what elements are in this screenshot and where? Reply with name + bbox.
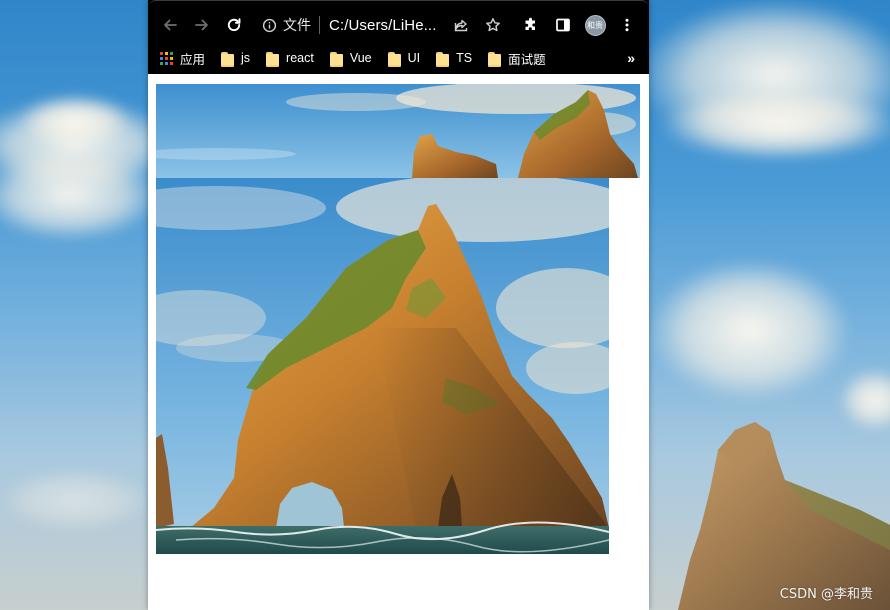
- bookmark-label: TS: [456, 51, 473, 65]
- avatar: 和贵: [584, 14, 606, 36]
- bookmark-interview[interactable]: 面试题: [488, 46, 546, 70]
- toolbar-actions: 和贵: [445, 8, 649, 42]
- bookmark-label: react: [286, 51, 314, 65]
- more-bookmarks-button[interactable]: »: [627, 42, 635, 74]
- forward-button[interactable]: [186, 9, 218, 41]
- bookmark-label: 面试题: [508, 52, 546, 67]
- browser-window: 文件 C:/Users/LiHe... 和贵 应用 js react Vue U…: [148, 0, 649, 610]
- kebab-menu-icon: [625, 18, 629, 32]
- bookmark-react[interactable]: react: [266, 46, 314, 70]
- profile-button[interactable]: 和贵: [579, 9, 611, 41]
- site-info-label: 文件: [283, 17, 311, 33]
- omnibox-divider: [319, 16, 320, 34]
- browser-toolbar: 文件 C:/Users/LiHe... 和贵: [148, 8, 649, 42]
- page-viewport: [148, 74, 649, 610]
- reload-button[interactable]: [218, 9, 250, 41]
- extensions-button[interactable]: [515, 9, 547, 41]
- bookmarks-bar: 应用 js react Vue UI TS 面试题 »: [148, 42, 649, 74]
- arrow-right-icon: [195, 19, 208, 31]
- puzzle-icon: [525, 17, 535, 30]
- bookmark-ui[interactable]: UI: [387, 46, 421, 70]
- url-text[interactable]: C:/Users/LiHe...: [329, 17, 436, 34]
- menu-button[interactable]: [611, 9, 643, 41]
- folder-icon: [488, 51, 502, 67]
- bookmark-label: Vue: [349, 51, 372, 65]
- side-panel-button[interactable]: [547, 9, 579, 41]
- bookmark-vue[interactable]: Vue: [329, 46, 372, 70]
- wallpaper-cloud: [0, 150, 160, 240]
- rock-arch-image: [156, 178, 609, 554]
- side-panel-icon: [556, 18, 570, 32]
- star-icon: [486, 18, 500, 32]
- share-icon: [454, 19, 468, 32]
- address-bar[interactable]: 文件 C:/Users/LiHe...: [254, 8, 436, 42]
- folder-icon: [329, 51, 343, 67]
- bookmark-js[interactable]: js: [221, 46, 250, 70]
- apps-grid-icon: [160, 51, 173, 65]
- site-info-button[interactable]: 文件: [262, 15, 311, 35]
- bookmark-apps[interactable]: 应用: [160, 46, 205, 70]
- wallpaper-cloud: [0, 470, 150, 530]
- bookmark-label: UI: [407, 51, 421, 65]
- bookmark-ts[interactable]: TS: [436, 46, 472, 70]
- share-button[interactable]: [445, 9, 477, 41]
- wallpaper-cloud: [20, 95, 130, 145]
- wallpaper-cloud: [650, 260, 850, 400]
- wallpaper-rock-arch: [678, 422, 890, 610]
- bookmark-label: 应用: [180, 52, 206, 67]
- folder-icon: [387, 51, 401, 67]
- csdn-watermark: CSDN @李和贵: [779, 587, 873, 602]
- tab-strip: [148, 0, 649, 8]
- info-icon: [262, 18, 277, 32]
- folder-icon: [221, 51, 235, 67]
- arrow-left-icon: [164, 19, 177, 31]
- folder-icon: [266, 51, 280, 67]
- landscape-image-strip: [156, 84, 640, 178]
- back-button[interactable]: [154, 9, 186, 41]
- bookmark-label: js: [241, 51, 251, 65]
- reload-icon: [227, 18, 241, 32]
- folder-icon: [436, 51, 450, 67]
- wallpaper-cloud: [660, 90, 890, 160]
- bookmark-star-button[interactable]: [477, 9, 509, 41]
